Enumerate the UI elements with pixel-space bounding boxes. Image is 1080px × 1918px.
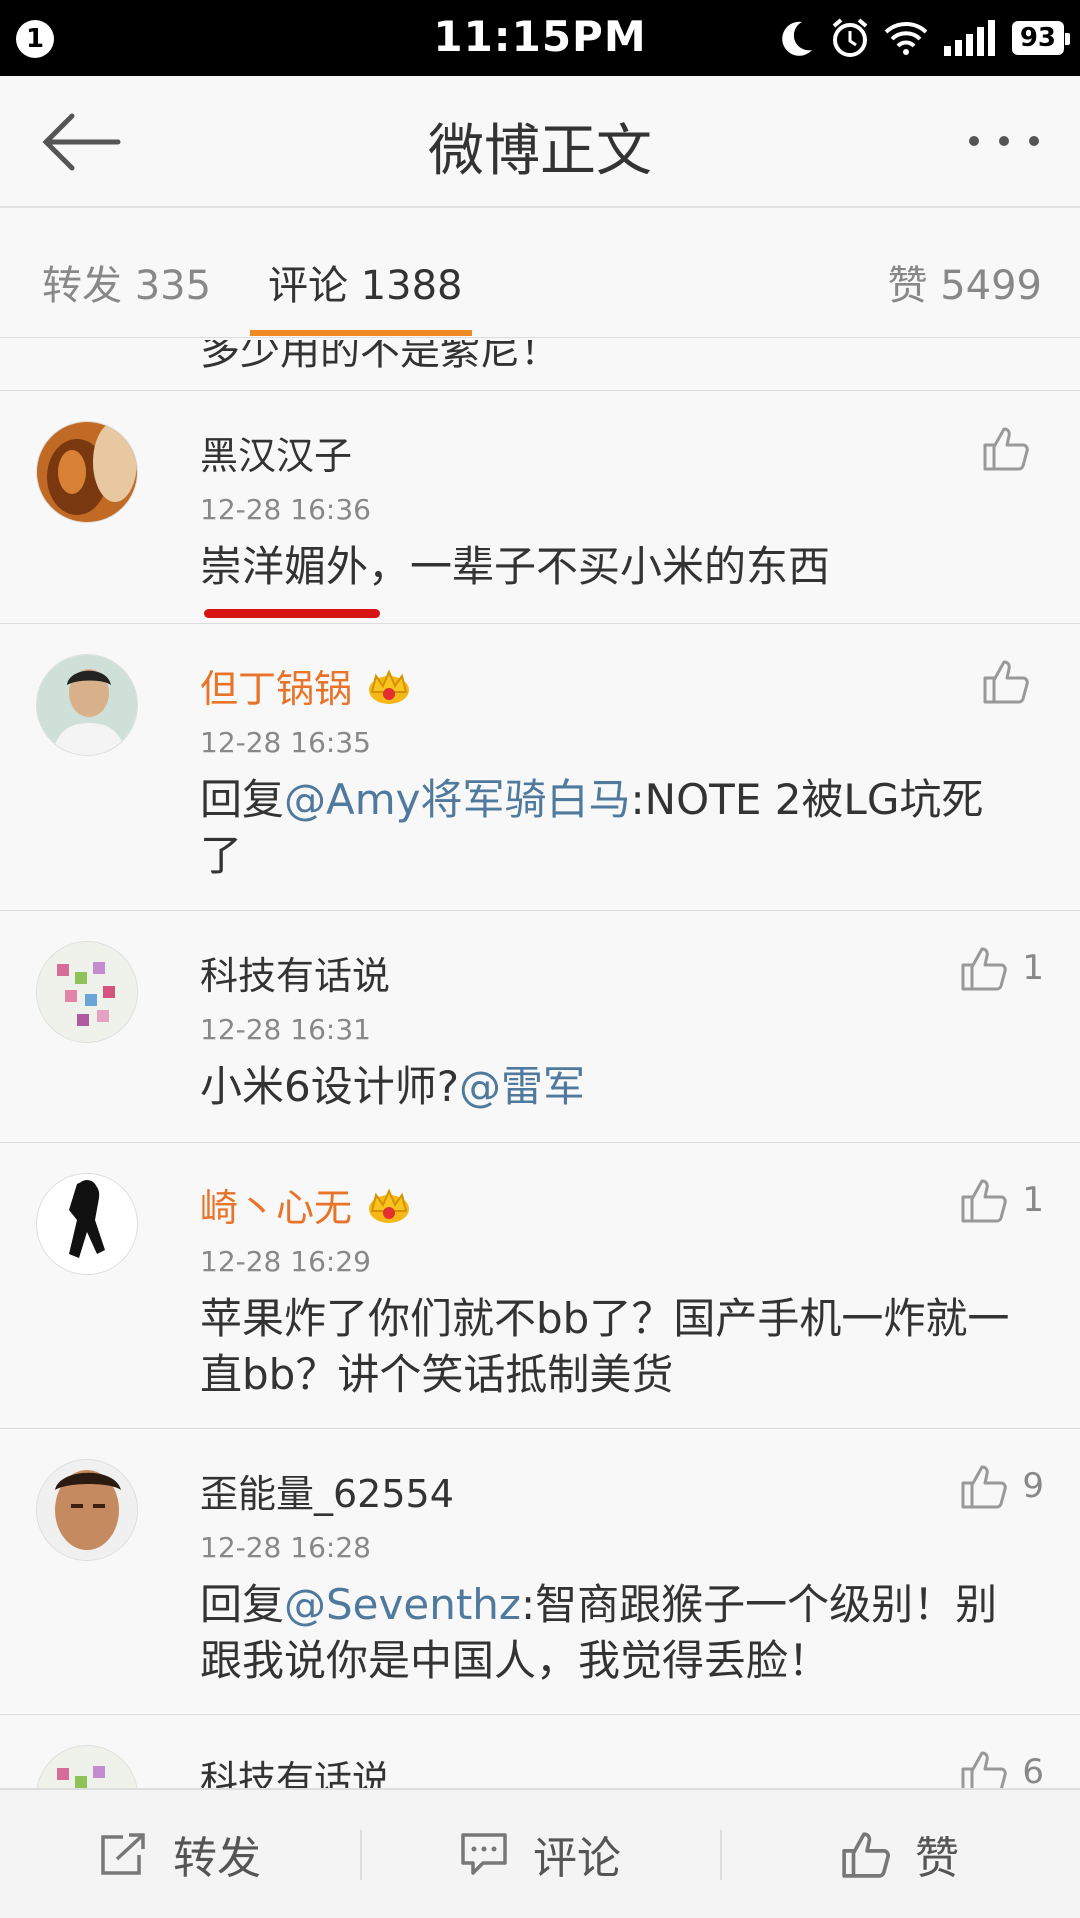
comment-author[interactable]: 科技有话说 (200, 1749, 390, 1788)
comment-author[interactable]: 但丁锅锅 (200, 658, 412, 713)
comment-item[interactable]: 崎丶心无 12-28 16:29 苹果炸了你们就不bb了？国产手机一炸就一直bb… (0, 1142, 1080, 1428)
like-button[interactable] (982, 425, 1044, 471)
comment-time: 12-28 16:29 (200, 1245, 371, 1278)
comment-item[interactable]: 科技有话说 12-28 16:31 小米6设计师?@雷军 1 (0, 910, 1080, 1142)
like-button[interactable]: 9 (960, 1463, 1044, 1509)
author-name[interactable]: 科技有话说 (200, 945, 390, 1000)
comment-item[interactable]: 科技有话说 6 (0, 1714, 1080, 1788)
avatar[interactable] (36, 1745, 138, 1788)
avatar[interactable] (36, 941, 138, 1043)
like-label: 赞 (915, 1833, 959, 1884)
comment-item[interactable]: 但丁锅锅 12-28 16:35 回复@Amy将军骑白马:NOTE 2被LG坑死… (0, 623, 1080, 910)
annotation-underline (204, 609, 380, 618)
reply-prefix: 回复 (200, 1580, 285, 1629)
signal-icon (943, 20, 995, 56)
thumbs-up-icon (842, 1832, 890, 1878)
author-name[interactable]: 但丁锅锅 (200, 658, 352, 713)
user-mention[interactable]: @Amy将军骑白马 (284, 775, 631, 824)
like-count: 6 (1022, 1752, 1044, 1788)
user-mention[interactable]: @Seventhz (284, 1580, 521, 1629)
comment-icon (461, 1833, 507, 1875)
comment-time: 12-28 16:31 (200, 1013, 371, 1046)
user-mention[interactable]: @雷军 (459, 1062, 585, 1111)
repost-button[interactable]: 转发 (0, 1790, 360, 1918)
battery-indicator: 93 (1011, 21, 1071, 55)
nav-bar: 微博正文 (0, 76, 1080, 208)
page-title: 微博正文 (428, 119, 652, 184)
like-button[interactable] (982, 658, 1044, 704)
avatar[interactable] (36, 421, 138, 523)
status-icons: 93 (776, 14, 1071, 62)
like-count: 9 (1022, 1466, 1044, 1506)
comment-author[interactable]: 黑汉汉子 (200, 425, 352, 480)
comment-item[interactable]: 黑汉汉子 12-28 16:36 崇洋媚外，一辈子不买小米的东西 (0, 390, 1080, 623)
comment-text: 回复@Amy将军骑白马:NOTE 2被LG坑死了 (200, 772, 1020, 884)
share-icon (101, 1833, 145, 1875)
comment-text: 崇洋媚外，一辈子不买小米的东西 (200, 542, 831, 591)
tab-bar: 转发 335 评论 1388 赞 5499 (0, 208, 1080, 338)
like-count: 1 (1022, 1180, 1044, 1220)
comment-text: 苹果炸了你们就不bb了？国产手机一炸就一直bb？讲个笑话抵制美货 (200, 1294, 1010, 1399)
crown-icon (369, 1187, 410, 1223)
thumbs-up-icon (983, 660, 1029, 704)
like-post-button[interactable]: 赞 (720, 1790, 1080, 1918)
thumbs-up-icon (983, 427, 1029, 471)
thumbs-up-icon (961, 1751, 1008, 1788)
moon-icon (782, 21, 812, 56)
author-name[interactable]: 崎丶心无 (200, 1177, 352, 1232)
comment-body: 小米6设计师? (200, 1062, 460, 1111)
tab-like[interactable]: 赞 5499 (887, 253, 1042, 311)
tab-repost[interactable]: 转发 335 (42, 253, 211, 311)
comment-button[interactable]: 评论 (360, 1790, 720, 1918)
more-dots-icon[interactable] (964, 116, 1044, 166)
like-button[interactable]: 1 (960, 945, 1044, 991)
thumbs-up-icon (961, 1465, 1008, 1509)
author-name[interactable]: 歪能量_62554 (200, 1463, 454, 1518)
comment-author[interactable]: 崎丶心无 (200, 1177, 412, 1232)
crown-icon (369, 668, 410, 704)
avatar[interactable] (36, 1173, 138, 1275)
avatar[interactable] (36, 1459, 138, 1561)
like-button[interactable]: 6 (960, 1749, 1044, 1788)
comment-author[interactable]: 科技有话说 (200, 945, 390, 1000)
comment-time: 12-28 16:36 (200, 493, 371, 526)
avatar[interactable] (36, 654, 138, 756)
comment-label: 评论 (533, 1833, 621, 1884)
wifi-icon (884, 22, 928, 55)
repost-label: 转发 (173, 1833, 261, 1884)
comment-list[interactable]: 黑汉汉子 12-28 16:36 崇洋媚外，一辈子不买小米的东西 但丁锅锅 12… (0, 340, 1080, 1788)
comment-text: 小米6设计师?@雷军 (200, 1059, 1020, 1115)
active-tab-indicator (250, 330, 472, 336)
like-count: 1 (1022, 948, 1044, 988)
bottom-toolbar: 转发 评论 赞 (0, 1788, 1080, 1918)
comment-text: 回复@Seventhz:智商跟猴子一个级别！别跟我说你是中国人，我觉得丢脸！ (200, 1577, 1020, 1689)
like-button[interactable]: 1 (960, 1177, 1044, 1223)
comment-item[interactable]: 歪能量_62554 12-28 16:28 回复@Seventhz:智商跟猴子一… (0, 1428, 1080, 1714)
thumbs-up-icon (961, 947, 1008, 991)
comment-author[interactable]: 歪能量_62554 (200, 1463, 454, 1518)
comment-time: 12-28 16:28 (200, 1531, 371, 1564)
comment-time: 12-28 16:35 (200, 726, 371, 759)
alarm-icon (832, 18, 868, 57)
status-bar: 1 11:15PM 93 (0, 0, 1080, 76)
thumbs-up-icon (961, 1179, 1008, 1223)
tab-comment[interactable]: 评论 1388 (268, 253, 463, 311)
author-name[interactable]: 黑汉汉子 (200, 425, 352, 480)
author-name[interactable]: 科技有话说 (200, 1749, 390, 1788)
reply-prefix: 回复 (200, 775, 285, 824)
